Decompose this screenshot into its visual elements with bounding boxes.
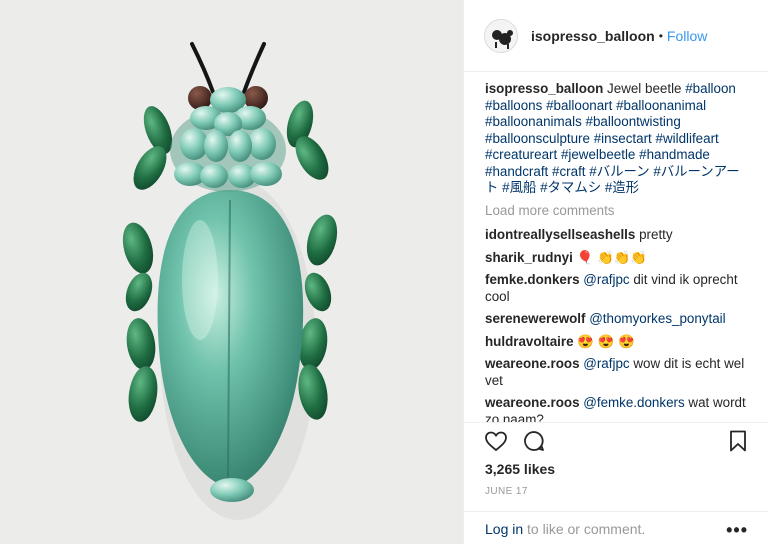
post-username[interactable]: isopresso_balloon: [531, 28, 655, 44]
comment-username[interactable]: femke.donkers: [485, 272, 580, 287]
hashtag-link[interactable]: #バルーン: [589, 164, 649, 179]
post-photo[interactable]: [0, 0, 463, 544]
hashtag-link[interactable]: #風船: [502, 180, 536, 195]
hashtag-link[interactable]: #balloonart: [546, 98, 612, 113]
hashtag-link[interactable]: #jewelbeetle: [561, 147, 635, 162]
hashtag-link[interactable]: #balloonsculpture: [485, 131, 590, 146]
comment-mention[interactable]: @thomyorkes_ponytail: [589, 311, 725, 326]
hashtag-link[interactable]: #balloonanimal: [616, 98, 706, 113]
post-side-panel: isopresso_balloon • Follow isopresso_bal…: [463, 0, 768, 544]
comment-username[interactable]: weareone.roos: [485, 356, 580, 371]
comment-username[interactable]: idontreallysellseashells: [485, 227, 635, 242]
login-prompt-text: to like or comment.: [523, 521, 646, 537]
post-actions: 3,265 likes JUNE 17 Log in to like or co…: [464, 422, 768, 545]
caption-username[interactable]: isopresso_balloon: [485, 81, 603, 96]
hashtag-link[interactable]: #タマムシ: [540, 180, 601, 195]
comment-row: weareone.roos @rafjpc wow dit is echt we…: [485, 356, 752, 389]
hashtag-link[interactable]: #balloons: [485, 98, 542, 113]
comment-username[interactable]: serenewerewolf: [485, 311, 585, 326]
comment-username[interactable]: weareone.roos: [485, 395, 580, 410]
comment-row: huldravoltaire 😍 😍 😍: [485, 334, 752, 351]
hashtag-link[interactable]: #insectart: [594, 131, 652, 146]
load-more-comments-link[interactable]: Load more comments: [485, 203, 752, 220]
hashtag-link[interactable]: #wildlifeart: [656, 131, 719, 146]
hashtag-link[interactable]: #creatureart: [485, 147, 557, 162]
hashtag-link[interactable]: #handcraft: [485, 164, 548, 179]
hashtag-link[interactable]: #balloon: [685, 81, 736, 96]
avatar[interactable]: [484, 18, 518, 53]
more-icon[interactable]: •••: [726, 520, 748, 541]
jewel-beetle-balloon-image: [122, 42, 338, 520]
hashtag-link[interactable]: #balloonanimals: [485, 114, 582, 129]
comment-mention[interactable]: @rafjpc: [583, 272, 629, 287]
comments-section[interactable]: isopresso_balloon Jewel beetle #balloon …: [485, 78, 752, 422]
comment-list: idontreallysellseashells pretty sharik_ru…: [485, 227, 752, 422]
comment-text: pretty: [639, 227, 673, 242]
action-icons: [484, 429, 750, 459]
caption-hashtags: #balloon #balloons #balloonart #balloona…: [485, 81, 740, 195]
comment-mention[interactable]: @rafjpc: [583, 356, 629, 371]
heart-icon[interactable]: [484, 429, 508, 458]
post-header: isopresso_balloon • Follow: [464, 0, 768, 72]
comment-row: weareone.roos @femke.donkers wat wordt z…: [485, 395, 752, 422]
login-prompt: Log in to like or comment.: [485, 521, 645, 537]
comment-icon[interactable]: [522, 429, 546, 458]
comment-text: 😍 😍 😍: [577, 333, 635, 349]
login-bar: Log in to like or comment. •••: [464, 511, 768, 546]
comment-username[interactable]: huldravoltaire: [485, 334, 574, 349]
comment-text: 🎈 👏👏👏: [576, 249, 647, 265]
likes-count[interactable]: 3,265 likes: [485, 461, 555, 477]
comment-row: sharik_rudnyi 🎈 👏👏👏: [485, 250, 752, 267]
caption-text: Jewel beetle: [607, 81, 682, 96]
instagram-post: isopresso_balloon • Follow isopresso_bal…: [0, 0, 768, 544]
comment-mention[interactable]: @femke.donkers: [583, 395, 684, 410]
comment-row: idontreallysellseashells pretty: [485, 227, 752, 244]
bookmark-icon[interactable]: [726, 429, 750, 458]
poodle-balloon-icon: [492, 29, 513, 49]
comment-row: serenewerewolf @thomyorkes_ponytail: [485, 311, 752, 328]
separator-dot: •: [658, 28, 663, 43]
follow-button[interactable]: Follow: [667, 28, 707, 44]
login-link[interactable]: Log in: [485, 521, 523, 537]
hashtag-link[interactable]: #handmade: [639, 147, 710, 162]
hashtag-link[interactable]: #造形: [605, 180, 639, 195]
hashtag-link[interactable]: #balloontwisting: [586, 114, 681, 129]
comment-row: femke.donkers @rafjpc dit vind ik oprech…: [485, 272, 752, 305]
hashtag-link[interactable]: #craft: [552, 164, 586, 179]
post-caption: isopresso_balloon Jewel beetle #balloon …: [485, 81, 752, 197]
post-date: JUNE 17: [485, 486, 528, 497]
comment-username[interactable]: sharik_rudnyi: [485, 250, 573, 265]
